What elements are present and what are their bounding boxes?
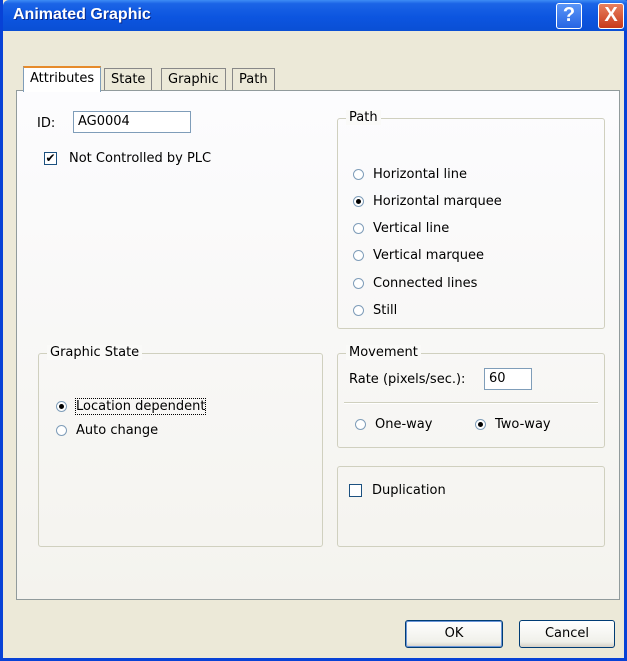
radio-selected-icon xyxy=(353,196,364,207)
movement-title: Movement xyxy=(346,345,421,360)
graphic-state-group: Graphic State Location dependent Auto ch… xyxy=(38,345,323,547)
path-group: Path Horizontal line Horizontal marquee … xyxy=(337,110,605,329)
not-controlled-checkbox[interactable]: ✔ Not Controlled by PLC xyxy=(44,151,211,166)
duplication-label: Duplication xyxy=(372,483,446,498)
radio-unselected-icon xyxy=(353,278,364,289)
horizontal-line-label: Horizontal line xyxy=(373,167,467,182)
movement-separator xyxy=(344,402,598,404)
id-input[interactable]: AG0004 xyxy=(73,111,191,133)
duplication-checkbox[interactable]: Duplication xyxy=(349,483,446,498)
radio-unselected-icon xyxy=(355,419,366,430)
rate-input[interactable]: 60 xyxy=(484,368,532,390)
connected-lines-label: Connected lines xyxy=(373,276,478,291)
vertical-marquee-label: Vertical marquee xyxy=(373,248,485,263)
auto-change-label: Auto change xyxy=(76,423,159,438)
radio-horizontal-marquee[interactable]: Horizontal marquee xyxy=(353,194,502,209)
cancel-button[interactable]: Cancel xyxy=(519,620,615,648)
title-bar[interactable]: Animated Graphic ? X xyxy=(3,0,627,31)
radio-unselected-icon xyxy=(353,169,364,180)
window-title: Animated Graphic xyxy=(13,6,151,23)
rate-label: Rate (pixels/sec.): xyxy=(349,372,466,387)
location-dependent-label: Location dependent xyxy=(74,398,207,415)
radio-connected-lines[interactable]: Connected lines xyxy=(353,276,477,291)
radio-unselected-icon xyxy=(353,223,364,234)
checkbox-unchecked-icon xyxy=(349,484,362,497)
ok-button[interactable]: OK xyxy=(405,620,503,648)
movement-group: Movement Rate (pixels/sec.): 60 One-way … xyxy=(337,345,605,448)
tab-state[interactable]: State xyxy=(104,68,153,91)
close-button[interactable]: X xyxy=(598,3,624,29)
not-controlled-label: Not Controlled by PLC xyxy=(69,151,212,166)
graphic-state-title: Graphic State xyxy=(47,345,143,360)
checkbox-checked-icon: ✔ xyxy=(44,151,57,165)
tab-attributes[interactable]: Attributes xyxy=(23,66,102,92)
help-button[interactable]: ? xyxy=(556,3,582,29)
radio-auto-change[interactable]: Auto change xyxy=(56,423,158,438)
two-way-label: Two-way xyxy=(495,417,551,432)
radio-two-way[interactable]: Two-way xyxy=(475,417,551,432)
dialog-window: Animated Graphic ? X Attributes State Gr… xyxy=(0,0,627,661)
radio-location-dependent[interactable]: Location dependent xyxy=(56,398,207,415)
tab-path[interactable]: Path xyxy=(232,68,275,91)
tab-graphic[interactable]: Graphic xyxy=(161,68,226,91)
attributes-panel: ID: AG0004 ✔ Not Controlled by PLC Graph… xyxy=(16,90,620,600)
path-title: Path xyxy=(346,110,381,125)
radio-selected-icon xyxy=(475,419,486,430)
radio-still[interactable]: Still xyxy=(353,303,397,318)
vertical-line-label: Vertical line xyxy=(373,221,450,236)
radio-one-way[interactable]: One-way xyxy=(355,417,432,432)
radio-unselected-icon xyxy=(56,425,67,436)
one-way-label: One-way xyxy=(375,417,433,432)
radio-unselected-icon xyxy=(353,250,364,261)
radio-horizontal-line[interactable]: Horizontal line xyxy=(353,167,467,182)
radio-selected-icon xyxy=(56,401,67,412)
id-label: ID: xyxy=(37,116,56,131)
radio-vertical-line[interactable]: Vertical line xyxy=(353,221,449,236)
radio-vertical-marquee[interactable]: Vertical marquee xyxy=(353,248,484,263)
duplication-group: Duplication xyxy=(337,466,605,547)
radio-unselected-icon xyxy=(353,305,364,316)
still-label: Still xyxy=(373,303,398,318)
horizontal-marquee-label: Horizontal marquee xyxy=(373,194,502,209)
